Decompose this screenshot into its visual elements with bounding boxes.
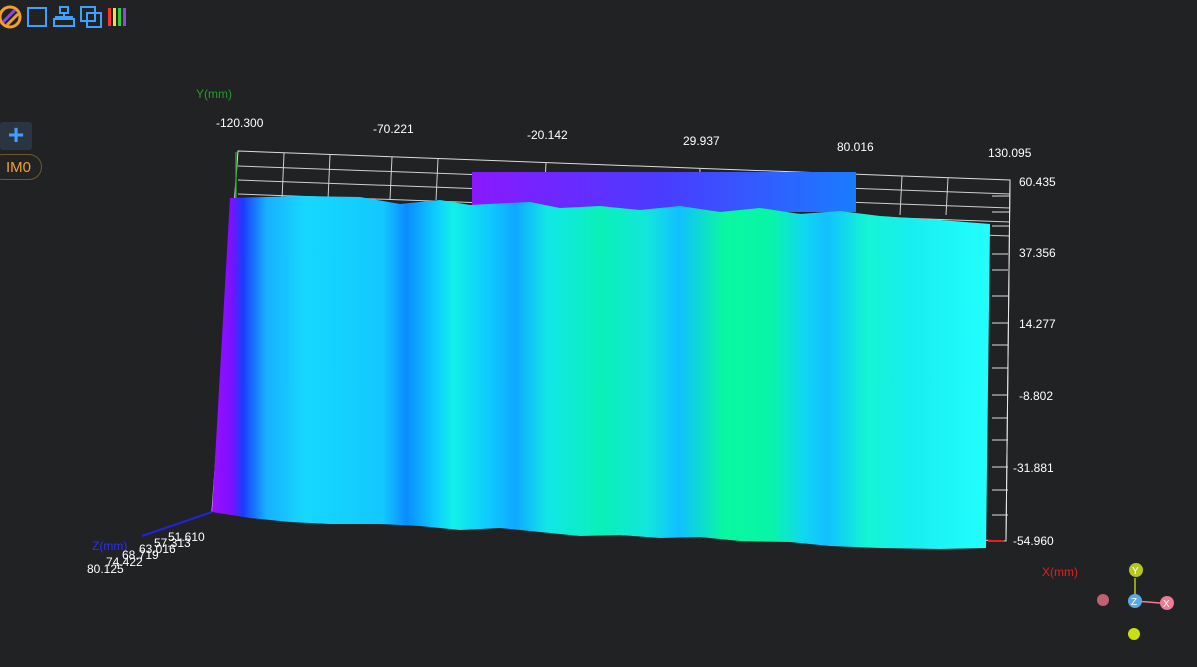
orientation-gizmo[interactable]: Y Z X [1097,563,1174,640]
y-axis-ticks [992,195,1010,516]
gizmo-neg-x-handle[interactable] [1097,594,1109,606]
y-tick-label: 60.435 [1019,175,1056,189]
gizmo-x-label: X [1163,599,1170,610]
point-cloud-surface [212,196,990,549]
y-tick-label: -8.802 [1019,389,1053,403]
x-axis-title: X(mm) [1042,565,1078,579]
y-tick-label: 14.277 [1019,317,1056,331]
x-tick-label: -120.300 [216,116,264,130]
gizmo-y-label: Y [1132,566,1139,577]
x-tick-label: 130.095 [988,146,1032,160]
y-axis-title: Y(mm) [196,87,232,101]
gizmo-z-label: Z [1131,597,1137,608]
y-tick-label: 37.356 [1019,246,1056,260]
x-tick-label: -70.221 [373,122,414,136]
z-tick-label: 80.125 [87,562,124,576]
gizmo-neg-y-handle[interactable] [1128,628,1140,640]
y-tick-label: -31.881 [1013,461,1054,475]
y-tick-label: -54.960 [1013,534,1054,548]
x-tick-label: 80.016 [837,140,874,154]
point-cloud-viewport[interactable]: Y(mm) X(mm) Z(mm) -120.300 -70.221 -20.1… [0,0,1197,667]
x-tick-label: 29.937 [683,134,720,148]
x-tick-label: -20.142 [527,128,568,142]
